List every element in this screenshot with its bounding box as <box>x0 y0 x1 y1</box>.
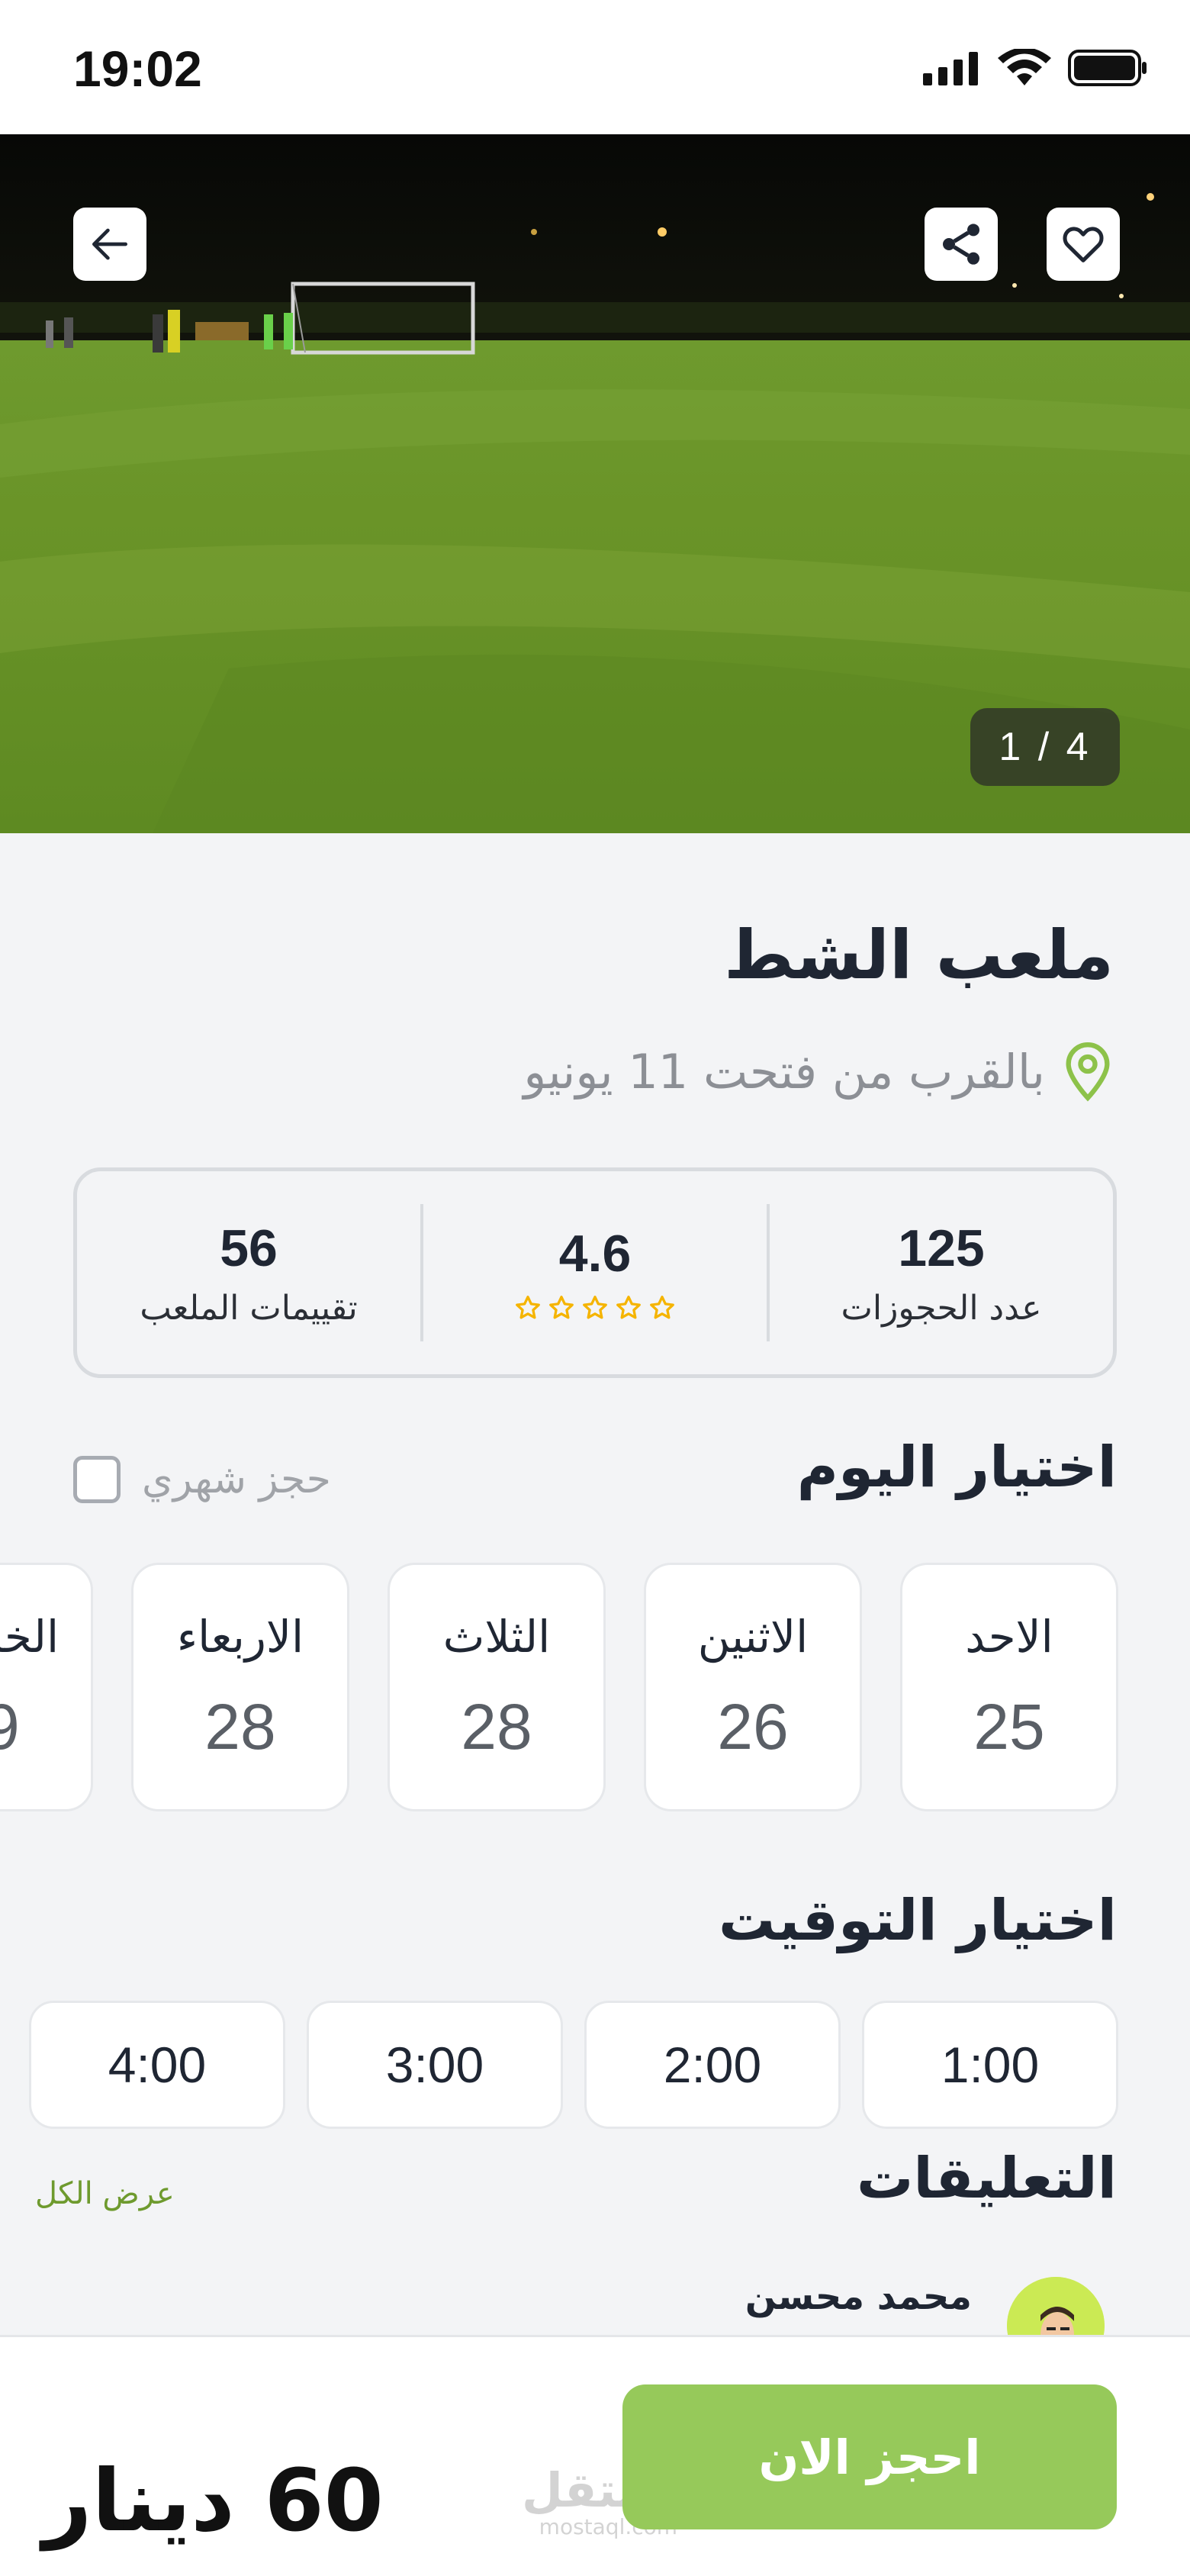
signal-icon <box>923 52 978 85</box>
status-bar: 19:02 <box>0 0 1190 134</box>
comments-title: التعليقات <box>857 2146 1117 2211</box>
stat-bookings: 125 عدد الحجوزات <box>770 1171 1113 1374</box>
stat-reviews: 56 تقييمات الملعب <box>77 1171 420 1374</box>
divider <box>767 1204 770 1341</box>
day-number: 25 <box>973 1690 1045 1763</box>
day-section-title: اختيار اليوم <box>796 1435 1117 1500</box>
location-pin-icon <box>1066 1042 1110 1102</box>
day-name: الاحد <box>965 1610 1053 1663</box>
day-picker: الاحد 25 الاثنين 26 الثلاث 28 الاربعاء 2… <box>0 1563 1190 1811</box>
day-card-monday[interactable]: الاثنين 26 <box>644 1563 862 1811</box>
day-name: الاربعاء <box>176 1610 304 1663</box>
day-name: الثلاث <box>442 1610 551 1663</box>
view-all-link[interactable]: عرض الكل <box>35 2176 175 2211</box>
share-button[interactable] <box>925 208 998 281</box>
day-name: الاثنين <box>697 1610 809 1663</box>
time-slot[interactable]: 3:00 <box>307 2001 563 2129</box>
hero-image[interactable]: 1 / 4 <box>0 134 1190 833</box>
monthly-booking-toggle[interactable]: حجز شهري <box>73 1456 331 1503</box>
image-counter: 1 / 4 <box>970 708 1120 786</box>
price: 60 دينار <box>43 2452 384 2551</box>
time-slot[interactable]: 4:00 <box>29 2001 285 2129</box>
day-name: الخميس <box>0 1610 60 1663</box>
time-slot[interactable]: 1:00 <box>862 2001 1118 2129</box>
field-title: ملعب الشط <box>724 916 1114 994</box>
book-now-button[interactable]: احجز الان <box>622 2384 1117 2529</box>
day-card-wednesday[interactable]: الاربعاء 28 <box>131 1563 349 1811</box>
stat-rating: 4.6 <box>423 1171 767 1374</box>
day-card-tuesday[interactable]: الثلاث 28 <box>388 1563 606 1811</box>
arrow-left-icon <box>92 228 127 260</box>
day-number: 28 <box>461 1690 532 1763</box>
back-button[interactable] <box>73 208 146 281</box>
heart-icon <box>1063 227 1104 262</box>
star-icon <box>616 1296 641 1319</box>
status-icons <box>923 49 1147 87</box>
divider <box>420 1204 423 1341</box>
day-number: 28 <box>204 1690 276 1763</box>
stat-reviews-label: تقييمات الملعب <box>140 1288 358 1328</box>
share-icon <box>943 224 979 265</box>
star-icon <box>516 1296 540 1319</box>
stats-card: 125 عدد الحجوزات 4.6 56 تقييمات الملعب <box>73 1167 1117 1378</box>
day-card-thursday[interactable]: الخميس 29 <box>0 1563 93 1811</box>
rating-stars <box>514 1294 676 1322</box>
star-icon <box>650 1296 674 1319</box>
status-time: 19:02 <box>73 40 202 97</box>
comment-author: محمد محسن <box>745 2275 972 2318</box>
stat-reviews-value: 56 <box>220 1219 278 1277</box>
bottom-bar: 60 دينار مستقل mostaql.com احجز الان <box>0 2335 1190 2576</box>
monthly-label: حجز شهري <box>142 1457 331 1502</box>
time-picker: 1:00 2:00 3:00 4:00 <box>0 2001 1190 2129</box>
stat-rating-value: 4.6 <box>558 1225 632 1283</box>
time-section-title: اختيار التوقيت <box>718 1888 1117 1953</box>
time-slot[interactable]: 2:00 <box>584 2001 841 2129</box>
stat-bookings-value: 125 <box>898 1219 985 1277</box>
wifi-icon <box>998 49 1051 85</box>
star-icon <box>583 1296 607 1319</box>
favorite-button[interactable] <box>1047 208 1120 281</box>
star-icon <box>549 1296 574 1319</box>
monthly-checkbox[interactable] <box>73 1456 121 1503</box>
battery-icon <box>1068 50 1147 86</box>
field-location: بالقرب من فتحت 11 يونيو <box>523 1039 1117 1103</box>
day-card-sunday[interactable]: الاحد 25 <box>900 1563 1118 1811</box>
stat-bookings-label: عدد الحجوزات <box>841 1288 1042 1328</box>
day-number: 29 <box>0 1690 20 1763</box>
location-text: بالقرب من فتحت 11 يونيو <box>523 1043 1045 1100</box>
day-number: 26 <box>717 1690 789 1763</box>
